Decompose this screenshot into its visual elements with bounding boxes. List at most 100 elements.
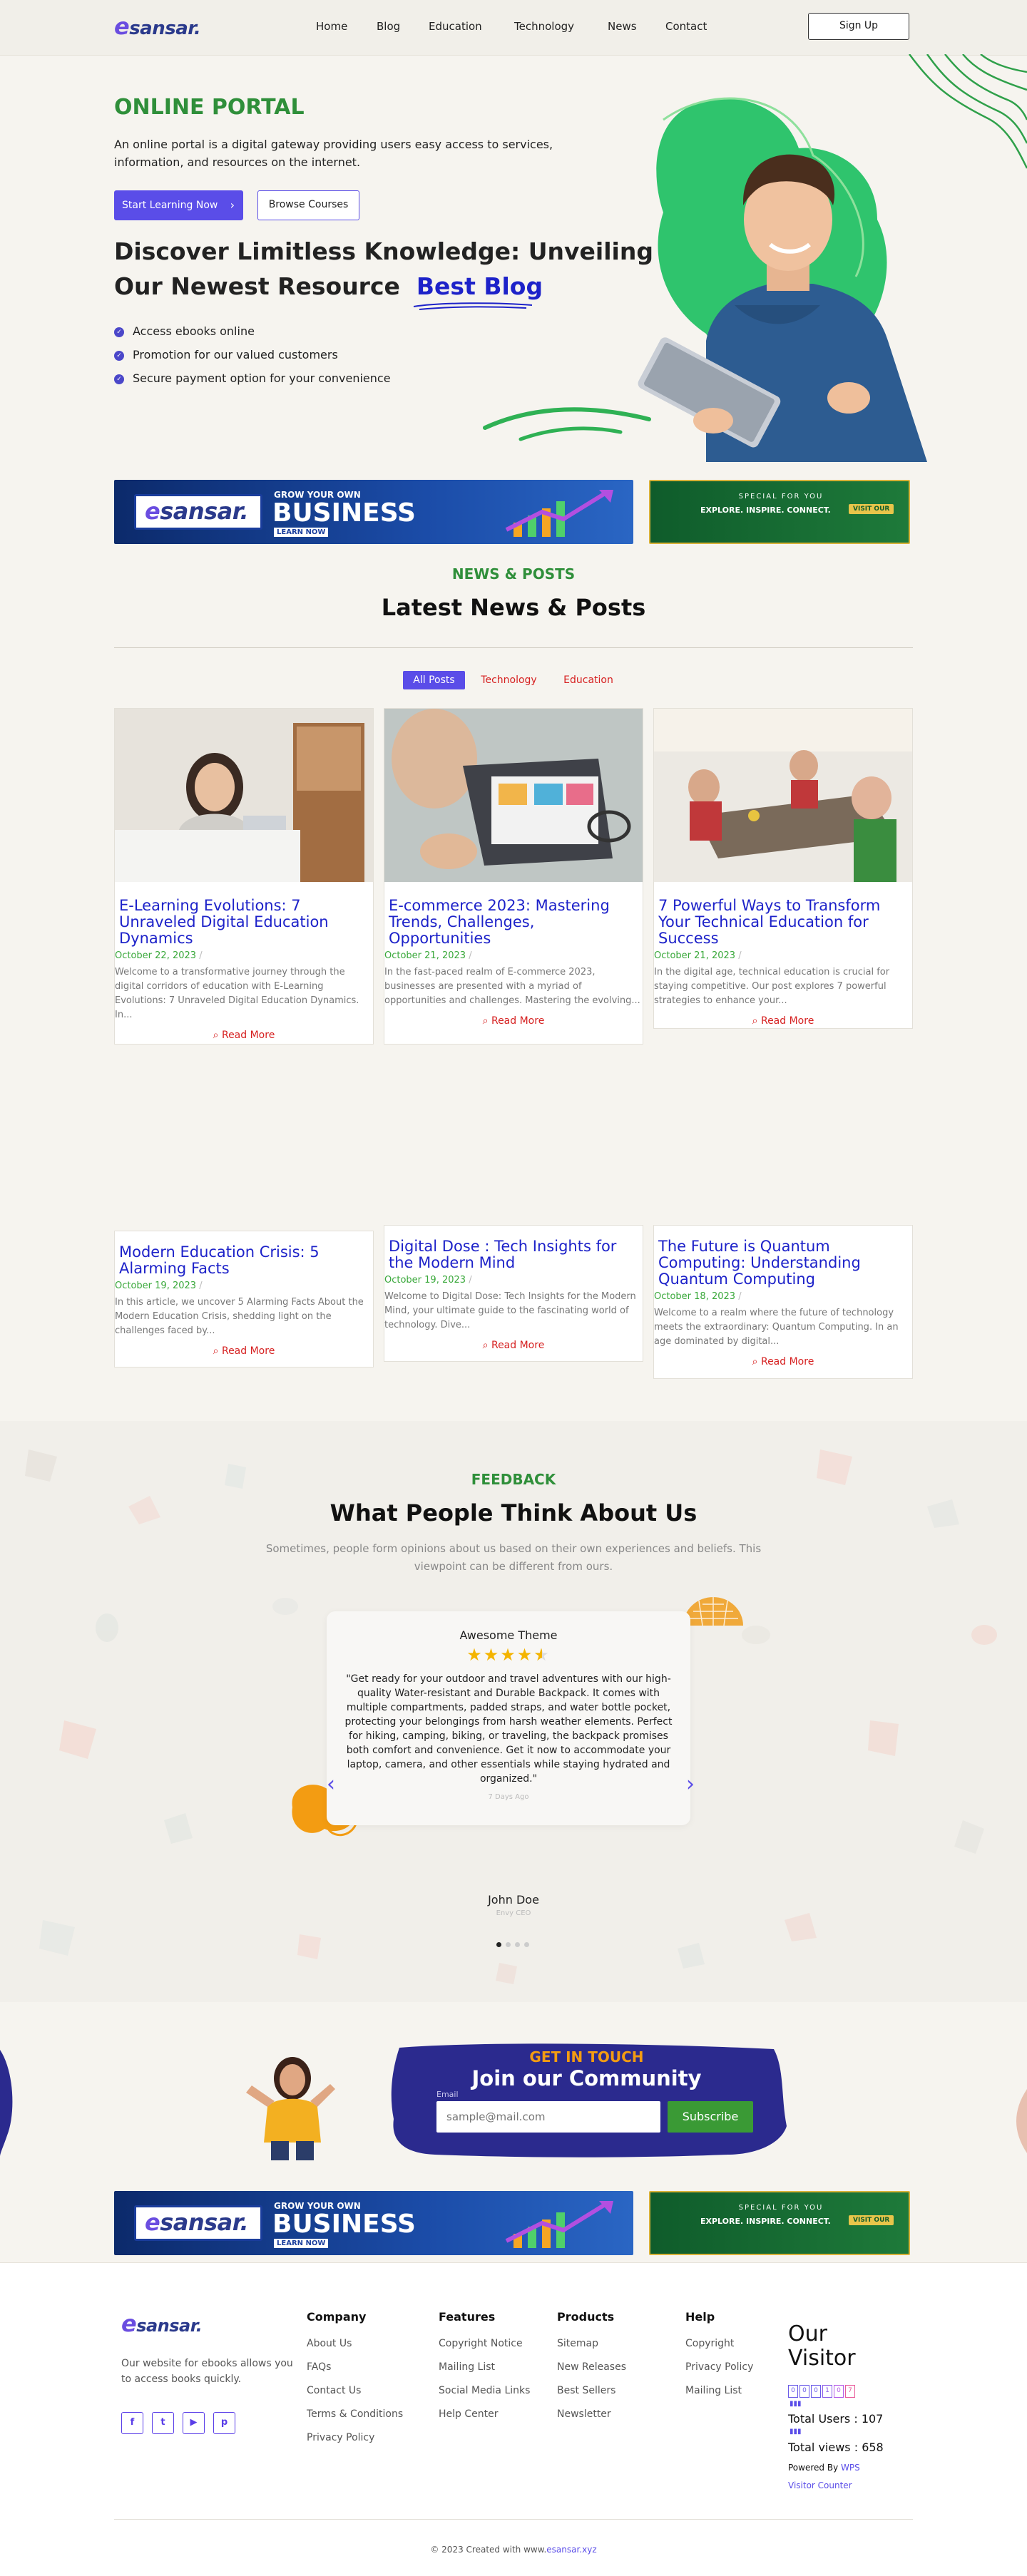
nav-contact[interactable]: Contact [665,20,707,33]
footer-link[interactable]: Social Media Links [439,2385,530,2396]
check-icon: ✓ [114,327,124,337]
search-icon: ⌕ [213,1030,219,1041]
search-icon: ⌕ [752,1015,758,1027]
footer-divider [114,2519,913,2520]
carousel-dot[interactable] [506,1942,511,1947]
post-card[interactable]: The Future is Quantum Computing: Underst… [653,1225,913,1379]
footer-link[interactable]: New Releases [557,2361,626,2373]
filter-technology[interactable]: Technology [471,671,547,689]
post-card[interactable]: 7 Powerful Ways to Transform Your Techni… [653,708,913,1029]
community-eyebrow: GET IN TOUCH [529,2048,644,2066]
footer-link[interactable]: Newsletter [557,2408,626,2420]
carousel-dot[interactable] [515,1942,520,1947]
post-title[interactable]: Digital Dose : Tech Insights for the Mod… [384,1238,643,1271]
footer-logo[interactable]: esansar. [121,2310,203,2337]
footer-link[interactable]: FAQs [307,2361,403,2373]
footer-col-help: Help Copyright Privacy Policy Mailing Li… [685,2310,753,2408]
check-icon: ✓ [114,350,124,361]
post-card[interactable]: Modern Education Crisis: 5 Alarming Fact… [114,1231,374,1367]
post-title[interactable]: 7 Powerful Ways to Transform Your Techni… [654,898,912,947]
filter-education[interactable]: Education [553,671,624,689]
post-title[interactable]: E-Learning Evolutions: 7 Unraveled Digit… [115,898,373,947]
footer-link[interactable]: Contact Us [307,2385,403,2396]
carousel-dots [496,1942,529,1947]
visitor-counter-link[interactable]: Visitor Counter [788,2480,852,2490]
banner-business-text: BUSINESS [272,498,416,528]
footer-col-title: Features [439,2310,496,2324]
post-excerpt: Welcome to a realm where the future of t… [654,1308,899,1347]
footer-link[interactable]: About Us [307,2338,403,2349]
testimonial-card: Awesome Theme ★★★★★★ "Get ready for your… [327,1611,690,1825]
nav-education[interactable]: Education [429,20,482,33]
subscribe-button[interactable]: Subscribe [668,2101,753,2133]
banner-logo: esansar. [134,494,262,530]
read-more-link[interactable]: ⌕ Read More [654,1356,912,1367]
pinterest-icon[interactable]: p [213,2412,235,2434]
powered-by: Powered By WPS [788,2463,860,2473]
feedback-title: What People Think About Us [329,1499,698,1526]
filter-all-posts[interactable]: All Posts [403,671,465,689]
footer-link[interactable]: Copyright Notice [439,2338,530,2349]
community-person-image [246,2057,335,2160]
bar-chart-icon: ▮▮▮ [790,2400,802,2408]
read-more-link[interactable]: ⌕ Read More [384,1015,643,1027]
post-card[interactable]: Digital Dose : Tech Insights for the Mod… [384,1225,643,1362]
hero-eyebrow: ONLINE PORTAL [114,95,305,120]
post-date: October 19, 2023 / [115,1281,203,1291]
signup-button[interactable]: Sign Up [808,13,909,40]
copyright-link[interactable]: esansar.xyz [546,2545,596,2555]
business-banner-ad[interactable]: esansar. GROW YOUR OWN BUSINESS LEARN NO… [114,480,633,544]
footer-link[interactable]: Copyright [685,2338,753,2349]
post-title[interactable]: E-commerce 2023: Mastering Trends, Chall… [384,898,643,947]
nav-news[interactable]: News [608,20,637,33]
carousel-dot[interactable] [524,1942,529,1947]
special-banner-ad[interactable]: SPECIAL FOR YOU EXPLORE. INSPIRE. CONNEC… [649,2191,910,2255]
email-input[interactable] [436,2101,660,2133]
read-more-link[interactable]: ⌕ Read More [115,1345,373,1357]
read-more-link[interactable]: ⌕ Read More [384,1340,643,1351]
read-more-link[interactable]: ⌕ Read More [654,1015,912,1027]
feedback-subtitle: Sometimes, people form opinions about us… [265,1542,762,1573]
post-date: October 21, 2023 / [654,950,742,961]
footer-link[interactable]: Mailing List [685,2385,753,2396]
powered-link[interactable]: WPS [841,2463,860,2473]
footer-link[interactable]: Privacy Policy [685,2361,753,2373]
footer-link[interactable]: Mailing List [439,2361,530,2373]
nav-blog[interactable]: Blog [377,20,400,33]
facebook-icon[interactable]: f [121,2412,143,2434]
nav-home[interactable]: Home [316,20,347,33]
footer-link[interactable]: Sitemap [557,2338,626,2349]
twitter-icon[interactable]: t [152,2412,174,2434]
site-logo[interactable]: esansar. [114,13,201,40]
post-title[interactable]: The Future is Quantum Computing: Underst… [654,1238,912,1288]
post-thumbnail [115,709,373,882]
post-date: October 19, 2023 / [384,1275,472,1286]
footer-link[interactable]: Terms & Conditions [307,2408,403,2420]
nav-technology[interactable]: Technology [514,20,574,33]
search-icon: ⌕ [482,1015,489,1027]
footer-link[interactable]: Privacy Policy [307,2432,403,2443]
start-learning-button[interactable]: Start Learning Now › [114,190,243,220]
banner-special-text: SPECIAL FOR YOU [738,493,824,501]
post-card[interactable]: E-Learning Evolutions: 7 Unraveled Digit… [114,708,374,1045]
news-title: Latest News & Posts [381,594,646,621]
post-excerpt: Welcome to a transformative journey thro… [115,967,359,1020]
carousel-prev-arrow[interactable]: ‹ [327,1772,335,1797]
browse-courses-button[interactable]: Browse Courses [257,190,359,220]
post-date: October 22, 2023 / [115,950,203,961]
carousel-next-arrow[interactable]: › [686,1772,695,1797]
post-title[interactable]: Modern Education Crisis: 5 Alarming Fact… [115,1244,373,1277]
youtube-icon[interactable]: ▶ [183,2412,205,2434]
footer-link[interactable]: Best Sellers [557,2385,626,2396]
post-card[interactable]: E-commerce 2023: Mastering Trends, Chall… [384,708,643,1045]
carousel-dot[interactable] [496,1942,501,1947]
business-banner-ad[interactable]: esansar. GROW YOUR OWN BUSINESS LEARN NO… [114,2191,633,2255]
special-banner-ad[interactable]: SPECIAL FOR YOU EXPLORE. INSPIRE. CONNEC… [649,480,910,544]
decorative-shape-right [1016,2089,1027,2153]
start-learning-label: Start Learning Now [122,200,218,211]
news-eyebrow: NEWS & POSTS [451,565,576,583]
read-more-link[interactable]: ⌕ Read More [115,1030,373,1041]
footer-col-title: Help [685,2310,715,2324]
footer-col-company: Company About Us FAQs Contact Us Terms &… [307,2310,403,2456]
footer-link[interactable]: Help Center [439,2408,530,2420]
